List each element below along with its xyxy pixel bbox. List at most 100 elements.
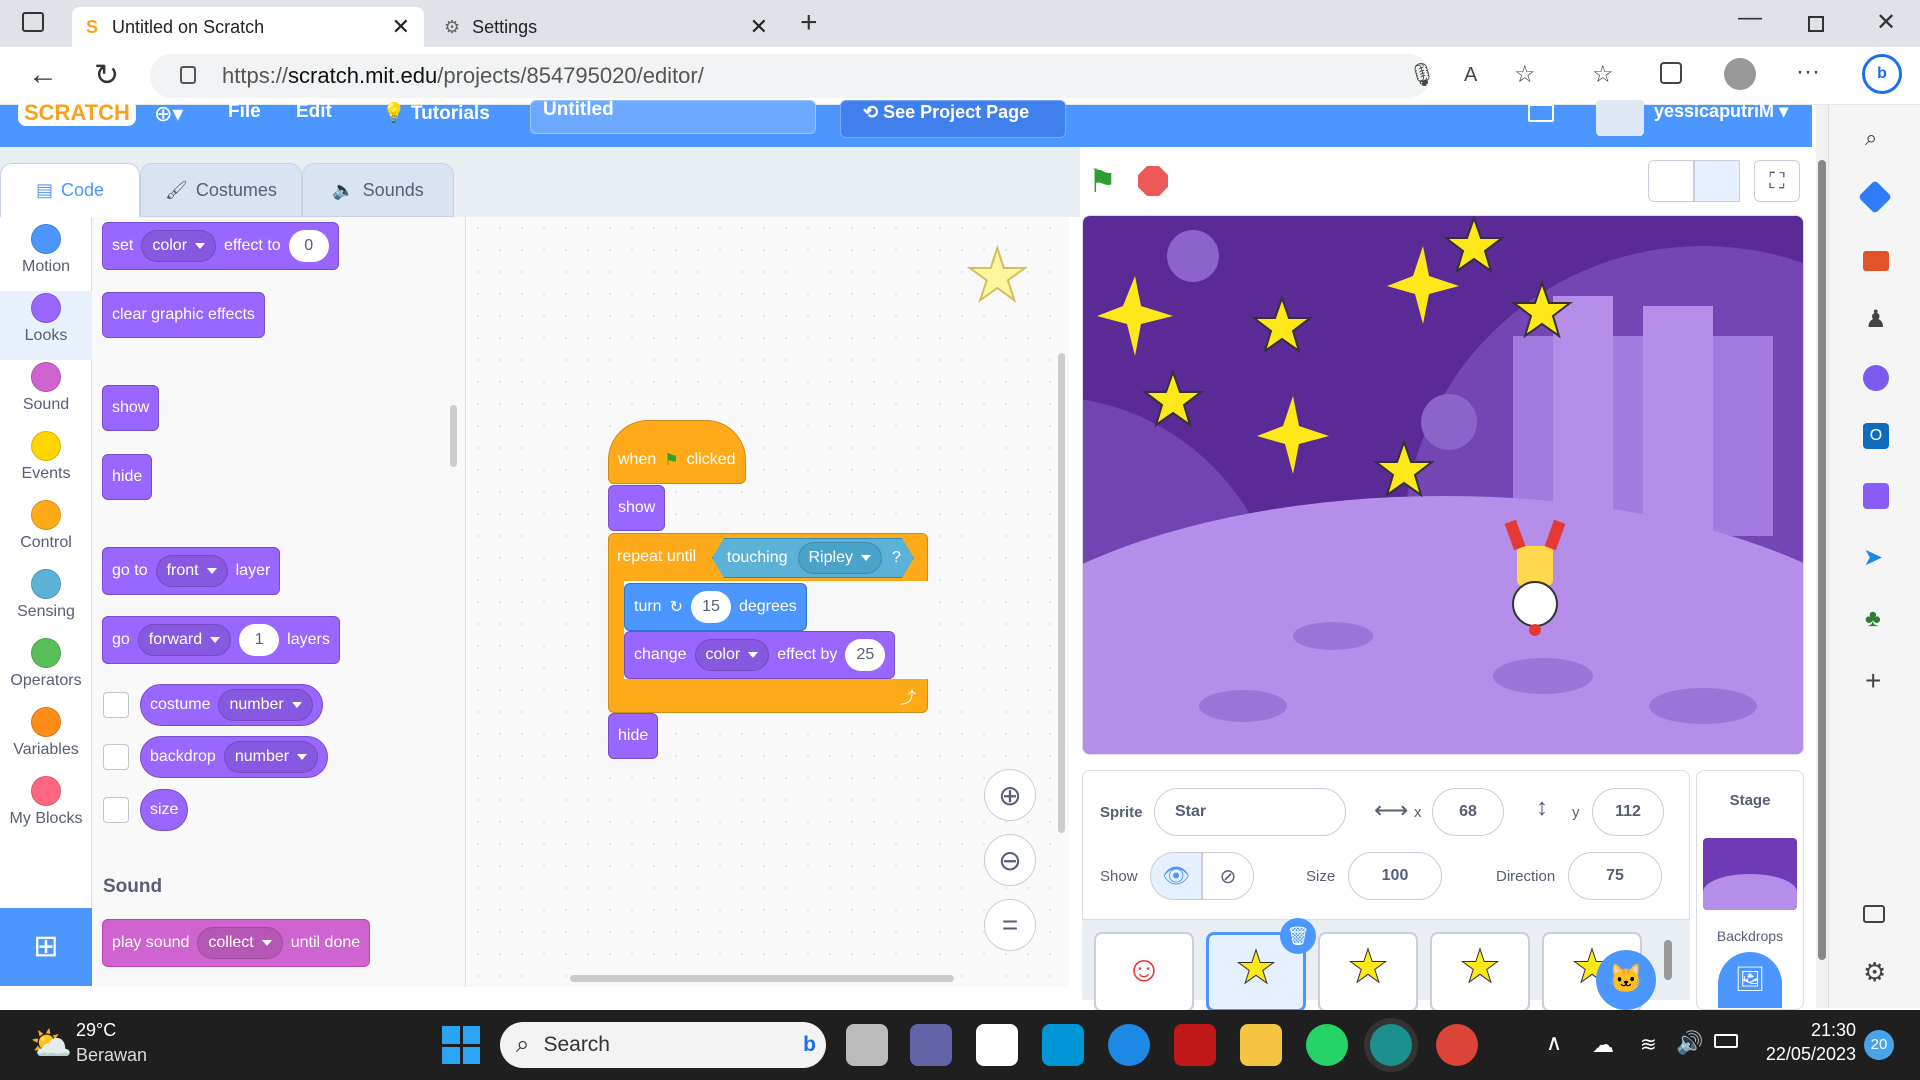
category-events[interactable]: Events: [0, 429, 92, 498]
tutorials-menu[interactable]: 💡 Tutorials: [382, 101, 490, 125]
show-block[interactable]: show: [102, 385, 160, 431]
read-aloud-icon[interactable]: A: [1464, 64, 1477, 87]
backdrop-checkbox[interactable]: [103, 744, 129, 770]
microphone-icon[interactable]: 🎙: [1408, 62, 1436, 88]
show-visible-button[interactable]: 👁: [1150, 852, 1202, 900]
y-input[interactable]: 112: [1592, 788, 1664, 836]
delete-sprite-icon[interactable]: 🗑: [1280, 918, 1316, 954]
when-flag-clicked-block[interactable]: when ⚑ clicked: [608, 420, 746, 484]
set-effect-block[interactable]: set color effect to 0: [102, 222, 339, 270]
clear-graphic-effects-block[interactable]: clear graphic effects: [102, 292, 265, 338]
username-menu[interactable]: yessicaputriM ▾: [1654, 101, 1788, 122]
outlook-icon[interactable]: O: [1863, 423, 1889, 449]
size-checkbox[interactable]: [103, 797, 129, 823]
settings-icon[interactable]: ⚙: [1863, 957, 1886, 988]
help-icon[interactable]: [1108, 1024, 1150, 1066]
category-sensing[interactable]: Sensing: [0, 567, 92, 636]
close-tab-icon[interactable]: ✕: [392, 14, 410, 40]
mcafee-icon[interactable]: [1174, 1024, 1216, 1066]
add-backdrop-button[interactable]: 🖼: [1718, 952, 1782, 1008]
whatsapp-icon[interactable]: [1306, 1024, 1348, 1066]
tab-code[interactable]: ▤ Code: [0, 163, 140, 217]
add-icon[interactable]: +: [1865, 665, 1881, 697]
taskbar-search-box[interactable]: ⌕ Search b: [500, 1022, 826, 1068]
change-effect-block[interactable]: change color effect by 25: [624, 631, 896, 679]
green-flag-button[interactable]: ⚑: [1088, 162, 1117, 200]
new-tab-icon[interactable]: +: [800, 6, 818, 40]
minimize-icon[interactable]: —: [1738, 4, 1762, 32]
close-window-icon[interactable]: ✕: [1876, 8, 1896, 37]
profile-avatar-icon[interactable]: [1724, 58, 1756, 90]
teams-meet-icon[interactable]: [910, 1024, 952, 1066]
microsoft-store-icon[interactable]: [976, 1024, 1018, 1066]
script-hide-block[interactable]: hide: [608, 713, 659, 759]
touching-condition[interactable]: touching Ripley?: [712, 538, 914, 578]
project-title-input[interactable]: Untitled: [530, 100, 816, 134]
sidebar-toggle-icon[interactable]: [1863, 905, 1885, 923]
show-hidden-icons[interactable]: ∧: [1546, 1030, 1562, 1056]
myhp-icon[interactable]: [1042, 1024, 1084, 1066]
category-my-blocks[interactable]: My Blocks: [0, 774, 92, 843]
tools-icon[interactable]: [1863, 251, 1889, 271]
url-text[interactable]: https://scratch.mit.edu/projects/8547950…: [222, 63, 704, 89]
windows-start-icon[interactable]: [442, 1026, 480, 1064]
category-variables[interactable]: Variables: [0, 705, 92, 774]
onedrive-icon[interactable]: ☁: [1592, 1032, 1614, 1058]
clock-time[interactable]: 21:30: [1780, 1020, 1856, 1041]
edge-browser-icon[interactable]: [1370, 1024, 1412, 1066]
tab-actions-icon[interactable]: [22, 12, 44, 32]
fullscreen-button[interactable]: ⛶: [1754, 160, 1800, 202]
search-icon[interactable]: ⌕: [1865, 125, 1877, 151]
size-reporter[interactable]: size: [140, 789, 189, 831]
zoom-in-button[interactable]: ⊕: [984, 769, 1036, 821]
x-input[interactable]: 68: [1432, 788, 1504, 836]
category-looks[interactable]: Looks: [0, 291, 92, 360]
designer-icon[interactable]: [1863, 483, 1889, 509]
hide-block[interactable]: hide: [102, 454, 153, 500]
direction-input[interactable]: 75: [1568, 852, 1662, 900]
my-stuff-icon[interactable]: [1528, 104, 1554, 122]
refresh-icon[interactable]: ↻: [94, 58, 119, 93]
close-tab-icon[interactable]: ✕: [750, 14, 768, 40]
weather-icon[interactable]: ⛅: [30, 1024, 72, 1064]
hide-invisible-button[interactable]: ⊘: [1202, 852, 1254, 900]
weather-desc[interactable]: Berawan: [76, 1045, 147, 1066]
add-extension-button[interactable]: ⊞: [0, 908, 92, 986]
more-icon[interactable]: ···: [1796, 58, 1820, 86]
backdrop-thumbnail[interactable]: [1703, 838, 1797, 910]
turn-block[interactable]: turn ↻ 15 degrees: [624, 583, 807, 631]
see-project-page-button[interactable]: ⟲ See Project Page: [840, 100, 1066, 138]
stop-button[interactable]: [1138, 166, 1168, 196]
add-favorite-icon[interactable]: ☆: [1514, 60, 1536, 89]
script-show-block[interactable]: show: [608, 485, 666, 531]
size-input[interactable]: 100: [1348, 852, 1442, 900]
sprite-thumb-star3[interactable]: ★: [1430, 932, 1530, 1012]
wifi-icon[interactable]: ≋: [1640, 1032, 1657, 1057]
script-vertical-scrollbar[interactable]: [1058, 353, 1065, 833]
sprite-thumb-ripley[interactable]: ☺: [1094, 932, 1194, 1012]
category-sound[interactable]: Sound: [0, 360, 92, 429]
page-scrollbar[interactable]: [1816, 105, 1828, 1008]
collections-icon[interactable]: [1660, 62, 1682, 84]
zoom-out-button[interactable]: ⊖: [984, 834, 1036, 886]
tree-icon[interactable]: ♣: [1865, 605, 1881, 633]
edit-menu[interactable]: Edit: [296, 101, 332, 123]
tab-sounds[interactable]: 🔈 Sounds: [302, 163, 454, 217]
games-icon[interactable]: ♟: [1865, 305, 1887, 334]
category-motion[interactable]: Motion: [0, 222, 92, 291]
costume-checkbox[interactable]: [103, 692, 129, 718]
volume-icon[interactable]: 🔊: [1676, 1030, 1703, 1056]
category-control[interactable]: Control: [0, 498, 92, 567]
go-layers-block[interactable]: go forward 1 layers: [102, 616, 340, 664]
category-operators[interactable]: Operators: [0, 636, 92, 705]
add-sprite-button[interactable]: 🐱: [1596, 950, 1656, 1010]
scrollbar-thumb[interactable]: [1818, 160, 1826, 960]
favorites-icon[interactable]: ☆: [1592, 60, 1614, 89]
battery-icon[interactable]: [1714, 1034, 1738, 1048]
backdrop-reporter[interactable]: backdrop number: [140, 736, 329, 778]
notification-badge[interactable]: 20: [1864, 1030, 1894, 1060]
script-horizontal-scrollbar[interactable]: [570, 975, 954, 982]
send-icon[interactable]: ➤: [1863, 543, 1883, 572]
large-stage-button[interactable]: [1694, 160, 1740, 202]
small-stage-button[interactable]: [1648, 160, 1694, 202]
